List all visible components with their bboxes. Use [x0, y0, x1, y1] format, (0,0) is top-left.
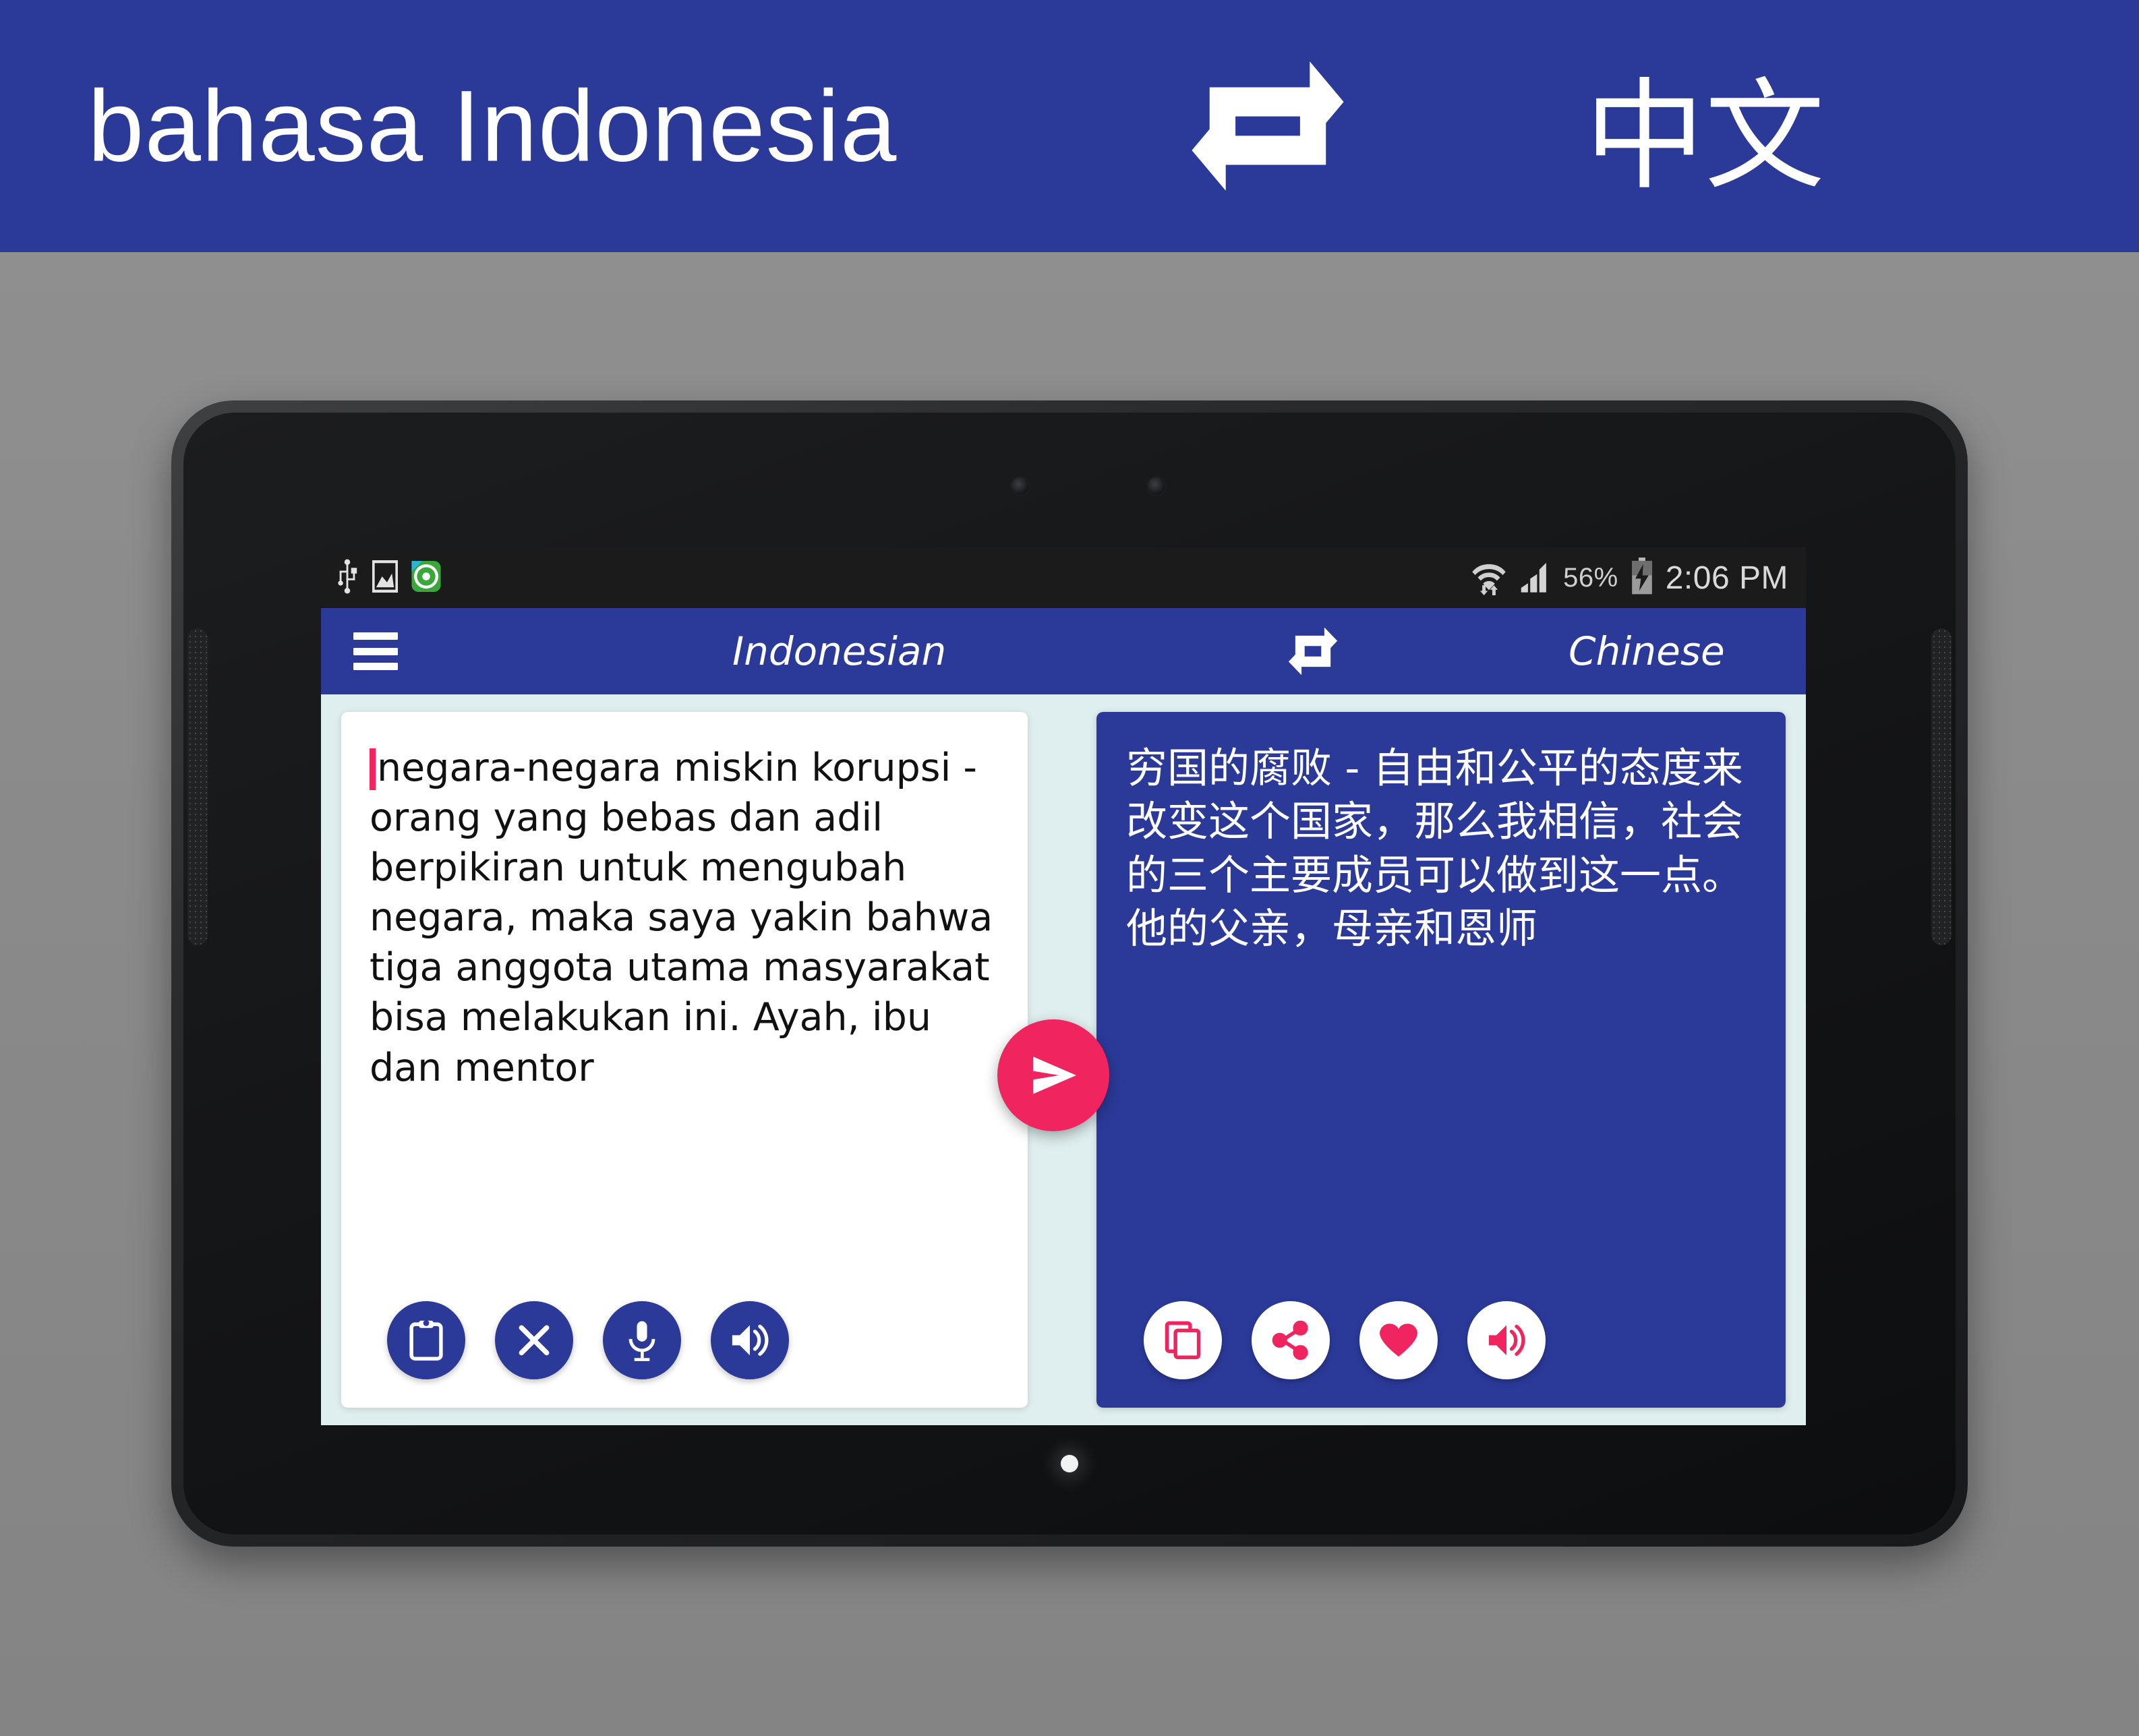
- hamburger-menu-icon[interactable]: [353, 632, 398, 670]
- banner-source-language: bahasa Indonesia: [88, 69, 898, 183]
- clear-button[interactable]: [495, 1301, 573, 1379]
- translator-body: negara-negara miskin korupsi - orang yan…: [321, 694, 1806, 1425]
- speaker-grille-left: [187, 628, 208, 945]
- android-status-bar: 56% 2:06 PM: [321, 547, 1806, 608]
- send-translate-button[interactable]: [997, 1019, 1109, 1131]
- status-bar-right-icons: 56% 2:06 PM: [1471, 557, 1788, 599]
- speak-target-button[interactable]: [1467, 1301, 1546, 1379]
- header-banner: bahasa Indonesia 中文: [0, 0, 2139, 252]
- wifi-icon: [1471, 558, 1506, 599]
- swap-arrows-icon: [1187, 49, 1349, 204]
- tablet-device-frame: 56% 2:06 PM Indonesian Chinese negara-ne…: [171, 400, 1968, 1547]
- source-language-selector[interactable]: Indonesian: [732, 628, 946, 674]
- target-text-value: 穷国的腐败 - 自由和公平的态度来改变这个国家，那么我相信，社会的三个主要成员可…: [1126, 744, 1744, 953]
- text-caret: [370, 748, 376, 790]
- ambient-sensor-icon: [1148, 477, 1165, 495]
- front-camera-icon: [1012, 477, 1029, 495]
- share-button[interactable]: [1252, 1301, 1330, 1379]
- source-action-buttons: [387, 1301, 789, 1379]
- tablet-screen: 56% 2:06 PM Indonesian Chinese negara-ne…: [321, 547, 1806, 1425]
- target-text-panel[interactable]: 穷国的腐败 - 自由和公平的态度来改变这个国家，那么我相信，社会的三个主要成员可…: [1096, 712, 1786, 1408]
- app-notification-icon: [411, 560, 441, 595]
- screenshot-icon: [372, 560, 399, 596]
- target-language-selector[interactable]: Chinese: [1569, 628, 1725, 674]
- source-text-area[interactable]: negara-negara miskin korupsi - orang yan…: [370, 743, 1002, 1093]
- target-action-buttons: [1144, 1301, 1546, 1379]
- swap-languages-icon[interactable]: [1287, 624, 1339, 678]
- speak-source-button[interactable]: [711, 1301, 789, 1379]
- voice-input-button[interactable]: [603, 1301, 681, 1379]
- speaker-grille-right: [1931, 628, 1952, 945]
- status-bar-left-icons: [336, 559, 441, 597]
- source-text-panel[interactable]: negara-negara miskin korupsi - orang yan…: [341, 712, 1028, 1408]
- copy-button[interactable]: [1144, 1301, 1222, 1379]
- tablet-bezel: 56% 2:06 PM Indonesian Chinese negara-ne…: [183, 413, 1956, 1534]
- battery-charging-icon: [1631, 557, 1653, 599]
- favorite-button[interactable]: [1359, 1301, 1438, 1379]
- app-toolbar: Indonesian Chinese: [321, 608, 1806, 694]
- source-text-value: negara-negara miskin korupsi - orang yan…: [370, 746, 993, 1090]
- paste-button[interactable]: [387, 1301, 465, 1379]
- clock-label: 2:06 PM: [1665, 560, 1788, 596]
- usb-icon: [336, 559, 359, 597]
- cellular-signal-icon: [1519, 558, 1551, 598]
- battery-percent-label: 56%: [1563, 562, 1618, 593]
- banner-target-language: 中文: [1585, 66, 1825, 206]
- home-led-indicator: [1061, 1455, 1078, 1472]
